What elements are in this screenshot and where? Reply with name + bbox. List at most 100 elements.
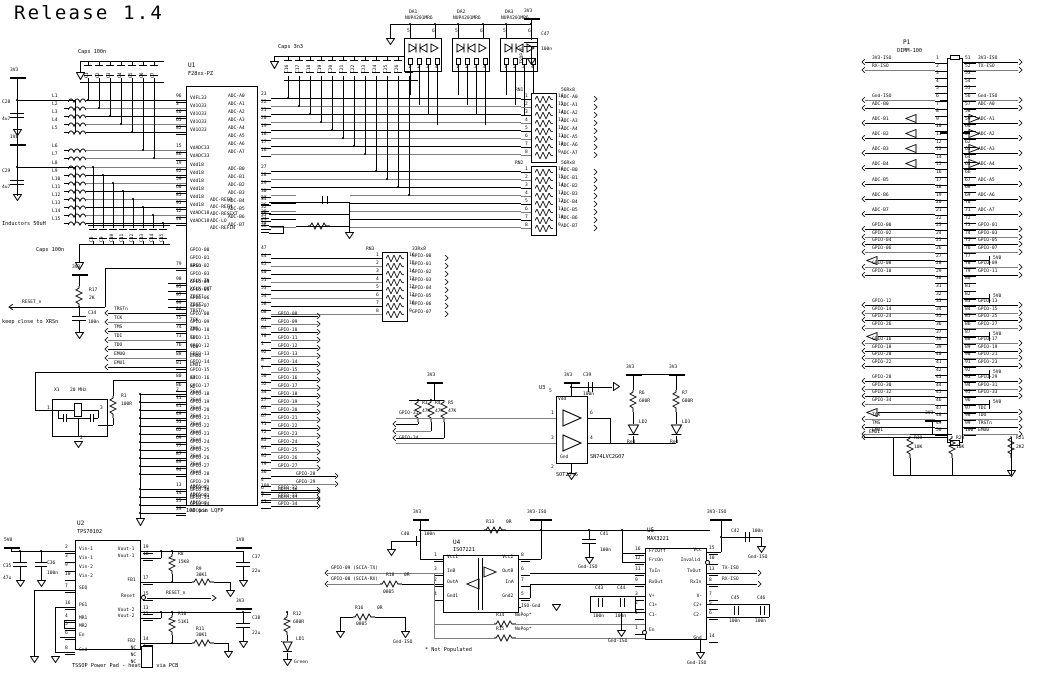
x1-ref: X1 (54, 388, 60, 393)
port-marker (861, 105, 866, 111)
rn-element (535, 169, 553, 176)
u1-pin-name: Vdd18 (190, 187, 204, 192)
u2-left-name: En (79, 633, 85, 638)
pin-underline (261, 508, 271, 509)
diode-ref: DA2 (457, 10, 466, 15)
xtal-pin-3: 3 (100, 406, 103, 411)
port-marker (593, 185, 598, 191)
u1-pin-name: Vd1O33 (190, 104, 207, 109)
cap-plate (524, 42, 538, 43)
u1-pin-name: Vd1O33 (190, 128, 207, 133)
inductor-label: L9 (52, 169, 58, 174)
wire (140, 442, 186, 443)
port-marker (861, 424, 866, 430)
u4-left-name: Vcc1 (447, 555, 459, 560)
port-marker (861, 401, 866, 407)
u1-gpio-pin: 64 (261, 326, 267, 331)
diode-pin-num: 1 (408, 65, 411, 70)
rn-net-label: ADC-A3 (561, 119, 578, 124)
wire (98, 425, 113, 426)
port-marker (1018, 302, 1023, 308)
p1-right-net: GPIO-31 (978, 383, 998, 388)
diode-pin-pad (474, 58, 479, 65)
port-marker (593, 152, 598, 158)
wire (141, 551, 243, 552)
wire (143, 225, 144, 228)
p1-left-pin: 8 (936, 109, 939, 114)
p1-right-net: Gnd-ISO (978, 94, 998, 99)
p1-right-pin: 52 (965, 64, 971, 69)
p1-right-net: GPIO-09 (978, 261, 998, 266)
wire (64, 167, 69, 168)
u1-gpio-net: GPIO-22 (278, 424, 298, 429)
u1-gnd-pin: 39 (176, 507, 182, 512)
c41-ref: C41 (600, 532, 609, 537)
p1-right-net: TX-ISO (978, 64, 995, 69)
signal-direction-icon (905, 144, 917, 153)
u1-gpio-net: GPIO-32 (278, 486, 298, 491)
u1-pin-number: 46 (176, 110, 182, 115)
r18-symbol (380, 580, 402, 588)
p1-right-net: TDO (978, 413, 987, 418)
u1-pin-number: 59 (176, 177, 182, 182)
u1-gnd-pin: 41 (176, 404, 182, 409)
gnd-symbol (613, 382, 620, 391)
wire (168, 307, 186, 308)
u4-in-net-1: GPIO-09 (SCIA-TX) (331, 566, 379, 571)
port-marker (316, 329, 321, 335)
cap-label: C10 (110, 228, 116, 242)
pin-underline (65, 580, 75, 581)
wire (963, 244, 1018, 245)
u2-left-name: Vin-2 (79, 565, 93, 570)
p1-right-pin: 98 (965, 413, 971, 418)
port-marker (1018, 310, 1023, 316)
wire (865, 320, 935, 321)
gnd-symbol (696, 652, 705, 659)
wire (153, 215, 154, 225)
wire (865, 62, 935, 63)
wire (10, 307, 79, 308)
label-3v3-h: 3V3 (925, 411, 934, 416)
rail-5v0-tick (4, 547, 20, 549)
caps100n-bot-label: Caps 100n (36, 247, 65, 253)
inductor-symbol (68, 147, 86, 153)
wire (78, 418, 79, 437)
p1-right-pin: 92 (965, 368, 971, 373)
wire (865, 70, 935, 71)
port-marker (1018, 249, 1023, 255)
p1-left-pin: 34 (936, 307, 942, 312)
cap-plate (306, 60, 314, 61)
port-marker (593, 120, 598, 126)
diode-pin-pad (513, 58, 518, 65)
u1-ctrl-pin: 99 (176, 301, 182, 306)
p1-left-pin: 9 (936, 117, 939, 122)
u1-pin-number: 60 (176, 185, 182, 190)
u1-adcref-name: ADC-REFM (210, 205, 233, 210)
u1-pin-name: Vdd18 (190, 203, 204, 208)
wire (271, 274, 382, 275)
p1-left-net: GPIO-32 (872, 390, 892, 395)
wire (86, 108, 186, 109)
wire (396, 443, 556, 444)
u1-adc-name: ADC-A2 (228, 110, 245, 115)
port-marker (1018, 181, 1023, 187)
rn-val: 56Rx8 (561, 161, 575, 166)
p1-right-pin: 78 (965, 261, 971, 266)
jtag-net-label: TRSTn (114, 307, 128, 312)
p1-left-pin: 44 (936, 383, 942, 388)
wire (35, 410, 58, 411)
u1-adc-name: ADC-B2 (228, 183, 245, 188)
port-marker (444, 311, 449, 317)
diode-package: TSOP-6 (520, 47, 525, 64)
p1-left-net: GPIO-24 (872, 314, 892, 319)
u1-adc-name: ADC-A1 (228, 102, 245, 107)
c35-val: 47u (3, 576, 12, 581)
gnd-symbol (386, 38, 395, 45)
cap-label: C11 (120, 228, 126, 242)
signal-direction-icon (866, 408, 878, 417)
wire (621, 612, 622, 630)
wire (396, 431, 431, 432)
port-marker (1018, 59, 1023, 65)
wire (865, 123, 935, 124)
cap-plate (295, 72, 303, 73)
